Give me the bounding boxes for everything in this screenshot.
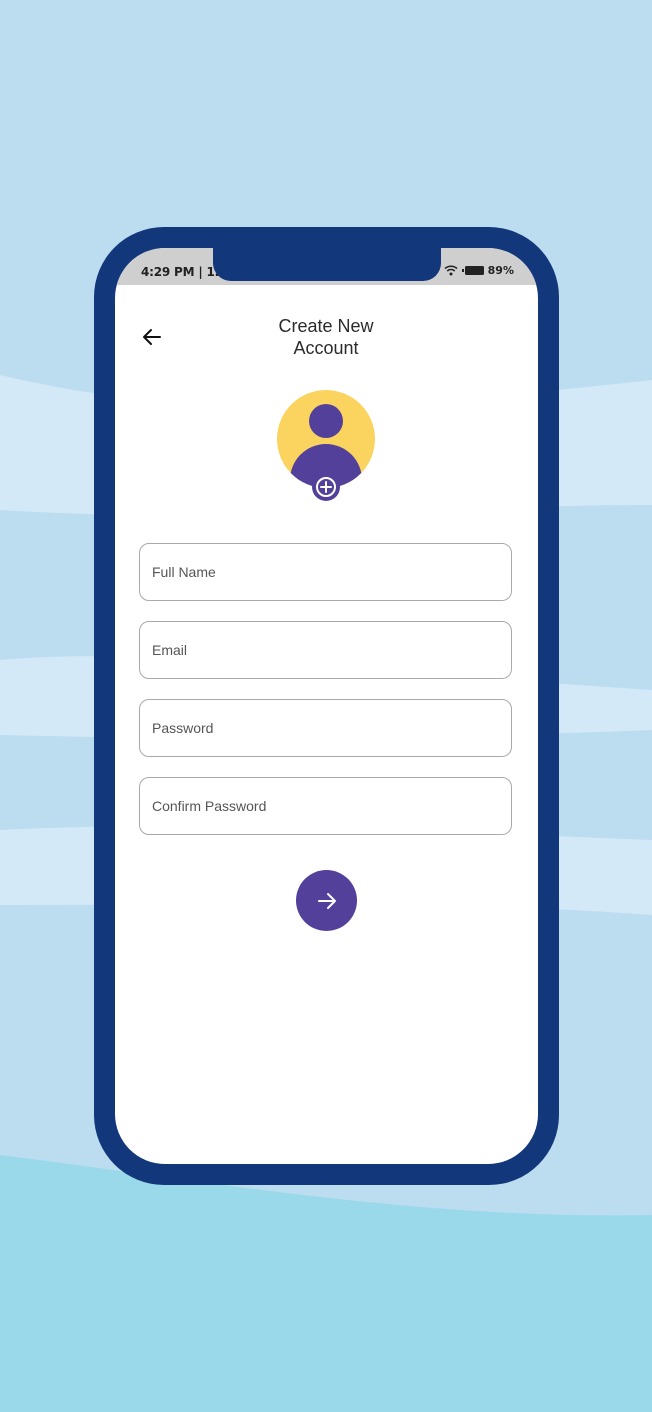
page-title-line-2: Account	[293, 338, 359, 358]
plus-circle-icon	[316, 477, 336, 497]
phone-screen: 4:29 PM | 1.5 89% Create New Account Ful…	[115, 248, 538, 1164]
add-photo-button[interactable]	[312, 473, 340, 501]
full-name-field[interactable]	[139, 543, 512, 601]
battery-icon	[461, 266, 484, 275]
wifi-icon	[444, 265, 458, 276]
phone-frame: 4:29 PM | 1.5 89% Create New Account Ful…	[94, 227, 559, 1185]
page-title-line-1: Create New	[278, 316, 374, 336]
battery-level: 89%	[487, 264, 514, 277]
back-button[interactable]	[139, 324, 165, 350]
avatar-picker[interactable]	[277, 390, 377, 510]
email-field[interactable]	[139, 621, 512, 679]
password-input[interactable]	[140, 700, 511, 756]
page-title: Create New Account	[226, 315, 426, 359]
phone-notch	[213, 248, 441, 281]
password-field[interactable]	[139, 699, 512, 757]
arrow-right-icon	[317, 892, 336, 909]
status-icons: 89%	[444, 264, 514, 277]
submit-button[interactable]	[296, 870, 357, 931]
arrow-left-icon	[143, 329, 161, 345]
full-name-input[interactable]	[140, 544, 511, 600]
email-input[interactable]	[140, 622, 511, 678]
confirm-password-field[interactable]	[139, 777, 512, 835]
confirm-password-input[interactable]	[140, 778, 511, 834]
avatar-head	[309, 404, 343, 438]
